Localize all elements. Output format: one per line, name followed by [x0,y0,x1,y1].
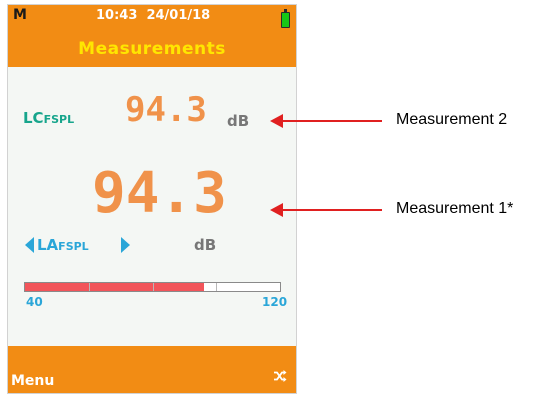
level-bar-tick [152,283,154,291]
triangle-left-icon[interactable] [25,237,34,253]
measurement-1-unit: dB [194,236,217,254]
battery-full-icon [281,9,290,28]
scale-max-label: 120 [262,295,288,309]
annotation-measurement-1: Measurement 1* [396,200,514,217]
level-bar-tick [216,283,218,291]
level-bar-tick [88,283,90,291]
measurement-2-unit: dB [227,112,250,130]
callout-arrow-measurement-1 [270,200,382,220]
measurement-2-label[interactable]: LCFSPL [23,109,74,127]
measurement-2-label-suffix: FSPL [43,113,75,126]
menu-button[interactable]: Menu [11,373,54,389]
scale-min-label: 40 [26,295,43,309]
status-header: M 10:43 24/01/18 Measurements [8,5,296,67]
device-screen: M 10:43 24/01/18 Measurements LCFSPL 94.… [7,4,297,394]
measurement-2-value: 94.3 [125,90,207,130]
callout-arrow-measurement-2 [270,111,382,131]
triangle-right-icon[interactable] [121,237,130,253]
clock: 10:43 24/01/18 [96,8,210,23]
measurement-1-value: 94.3 [92,161,227,226]
page-title: Measurements [78,39,226,59]
measurement-1-label[interactable]: LAFSPL [37,236,89,254]
date: 24/01/18 [146,8,211,23]
measurement-1-label-suffix: FSPL [58,240,89,253]
level-bar [24,282,281,292]
footer-bar: Menu [8,346,296,393]
time: 10:43 [96,8,138,23]
level-bar-fill [25,283,204,291]
annotation-measurement-2: Measurement 2 [396,111,508,128]
mode-indicator: M [13,7,27,23]
shuffle-icon[interactable] [273,369,287,383]
